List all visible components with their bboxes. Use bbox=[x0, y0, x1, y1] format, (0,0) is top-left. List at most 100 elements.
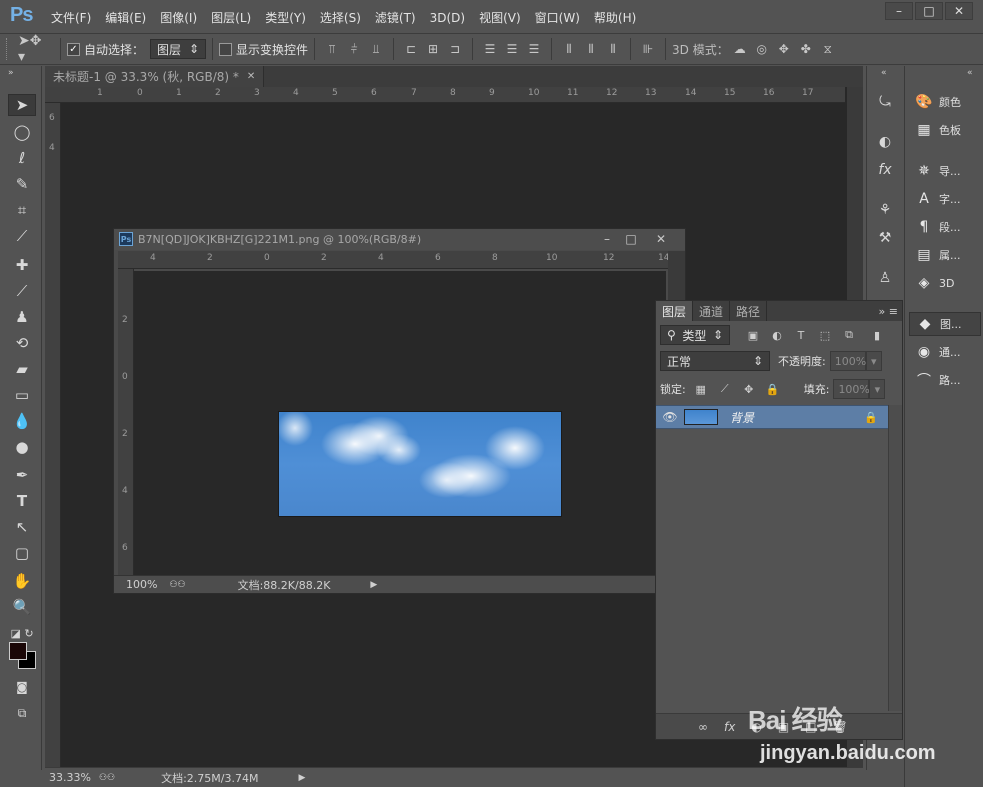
history-brush-tool-icon[interactable]: ⟲ bbox=[8, 332, 36, 354]
fill-dropdown-icon[interactable]: ▾ bbox=[869, 379, 886, 399]
dock-paragraph[interactable]: ¶ 段... bbox=[909, 215, 981, 239]
document-tab[interactable]: 未标题-1 @ 33.3% (秋, RGB/8) * ✕ bbox=[45, 66, 265, 87]
crop-tool-icon[interactable]: ⌗ bbox=[8, 199, 36, 221]
hand-tool-icon[interactable]: ✋ bbox=[8, 570, 36, 592]
tab-paths[interactable]: 路径 bbox=[730, 301, 768, 321]
dock-swatches[interactable]: ▦ 色板 bbox=[909, 118, 981, 142]
minimize-button[interactable]: – bbox=[885, 2, 913, 20]
status-arrow-icon[interactable]: ▶ bbox=[298, 773, 305, 783]
opacity-field[interactable]: 100% bbox=[829, 351, 866, 371]
maximize-button[interactable]: □ bbox=[915, 2, 943, 20]
blur-tool-icon[interactable]: 💧 bbox=[8, 410, 36, 432]
eraser-tool-icon[interactable]: ▰ bbox=[8, 358, 36, 380]
dock-paths[interactable]: ⌒ 路... bbox=[909, 368, 981, 392]
dodge-tool-icon[interactable]: ● bbox=[8, 436, 36, 458]
menu-layer[interactable]: 图层(L) bbox=[204, 9, 258, 26]
blend-mode-combo[interactable]: 正常 ⇕ bbox=[660, 351, 770, 371]
doc-maximize-button[interactable]: □ bbox=[619, 230, 643, 248]
history-panel-icon[interactable]: ⤿ bbox=[871, 90, 899, 114]
doc-zoom-level[interactable]: 100% bbox=[126, 578, 157, 591]
doc-status-arrow-icon[interactable]: ▶ bbox=[370, 580, 377, 590]
marquee-tool-icon[interactable]: ◯ bbox=[8, 121, 36, 143]
zoom-level[interactable]: 33.33% bbox=[49, 771, 91, 784]
distribute-right-icon[interactable]: ⫴ bbox=[604, 40, 622, 58]
filter-toggle-icon[interactable]: ▮ bbox=[868, 326, 886, 344]
distribute-vcenter-icon[interactable]: ☰ bbox=[503, 40, 521, 58]
swap-colors-icon[interactable]: ◪ ↻ bbox=[8, 622, 36, 644]
panel-menu-icon[interactable]: » ≡ bbox=[879, 305, 898, 318]
move-tool-icon[interactable]: ➤✥ ▾ bbox=[18, 33, 52, 65]
auto-align-icon[interactable]: ⊪ bbox=[639, 40, 657, 58]
filter-pixel-icon[interactable]: ▣ bbox=[744, 326, 762, 344]
3d-slide-icon[interactable]: ✤ bbox=[797, 40, 815, 58]
3d-roll-icon[interactable]: ◎ bbox=[753, 40, 771, 58]
lock-all-icon[interactable]: 🔒 bbox=[764, 380, 782, 398]
menu-image[interactable]: 图像(I) bbox=[153, 9, 204, 26]
filter-adjustment-icon[interactable]: ◐ bbox=[768, 326, 786, 344]
lock-position-icon[interactable]: ✥ bbox=[740, 380, 758, 398]
dock-3d[interactable]: ◈ 3D bbox=[909, 271, 981, 295]
type-tool-icon[interactable]: T bbox=[8, 490, 36, 512]
show-transform-checkbox[interactable] bbox=[219, 42, 233, 56]
opacity-dropdown-icon[interactable]: ▾ bbox=[865, 351, 882, 371]
filter-shape-icon[interactable]: ⬚ bbox=[816, 326, 834, 344]
align-vcenter-icon[interactable]: ⫩ bbox=[345, 40, 363, 58]
close-button[interactable]: ✕ bbox=[945, 2, 973, 20]
gradient-tool-icon[interactable]: ▭ bbox=[8, 384, 36, 406]
collapse-arrows-icon[interactable]: » bbox=[8, 68, 14, 78]
clone-stamp-tool-icon[interactable]: ♟ bbox=[8, 306, 36, 328]
menu-edit[interactable]: 编辑(E) bbox=[98, 9, 153, 26]
doc-minimize-button[interactable]: – bbox=[595, 230, 619, 248]
distribute-bottom-icon[interactable]: ☰ bbox=[525, 40, 543, 58]
3d-scale-icon[interactable]: ⧖ bbox=[819, 40, 837, 58]
brush-tool-icon[interactable]: ⟋ bbox=[8, 280, 36, 302]
lasso-tool-icon[interactable]: ℓ bbox=[8, 147, 36, 169]
layer-row-background[interactable]: 👁 背景 🔒 bbox=[656, 405, 888, 429]
align-bottom-icon[interactable]: ⫫ bbox=[367, 40, 385, 58]
dock-channels[interactable]: ◉ 通... bbox=[909, 340, 981, 364]
menu-type[interactable]: 类型(Y) bbox=[258, 9, 313, 26]
floating-document-window[interactable]: Ps B7N[QD]JOK]KBHZ[G]221M1.png @ 100%(RG… bbox=[113, 228, 686, 594]
align-top-icon[interactable]: ⫪ bbox=[323, 40, 341, 58]
strip-collapse-icon[interactable]: « bbox=[881, 68, 887, 78]
align-right-icon[interactable]: ⊐ bbox=[446, 40, 464, 58]
menu-window[interactable]: 窗口(W) bbox=[528, 9, 587, 26]
styles-panel-icon[interactable]: fx bbox=[871, 158, 899, 182]
dock-color[interactable]: 🎨 颜色 bbox=[909, 90, 981, 114]
doc-info-icon[interactable]: ⚇⚇ bbox=[169, 580, 185, 590]
brush-presets-icon[interactable]: ⚘ bbox=[871, 198, 899, 222]
document-canvas[interactable] bbox=[134, 271, 666, 576]
quick-select-tool-icon[interactable]: ✎ bbox=[8, 173, 36, 195]
foreground-color-swatch[interactable] bbox=[9, 642, 27, 660]
menu-file[interactable]: 文件(F) bbox=[44, 9, 98, 26]
dock-character[interactable]: A 字... bbox=[909, 187, 981, 211]
distribute-left-icon[interactable]: ⫴ bbox=[560, 40, 578, 58]
filter-smart-object-icon[interactable]: ⧉ bbox=[840, 326, 858, 344]
tab-layers[interactable]: 图层 bbox=[656, 301, 694, 321]
options-grip[interactable] bbox=[6, 38, 10, 60]
distribute-top-icon[interactable]: ☰ bbox=[481, 40, 499, 58]
clone-source-icon[interactable]: ♙ bbox=[871, 266, 899, 290]
filter-type-combo[interactable]: ⚲ 类型 ⇕ bbox=[660, 325, 730, 345]
lock-image-icon[interactable]: ⟋ bbox=[716, 380, 734, 398]
rectangle-tool-icon[interactable]: ▢ bbox=[8, 542, 36, 564]
align-left-icon[interactable]: ⊏ bbox=[402, 40, 420, 58]
layer-name[interactable]: 背景 bbox=[730, 409, 754, 426]
path-select-tool-icon[interactable]: ↖ bbox=[8, 516, 36, 538]
menu-select[interactable]: 选择(S) bbox=[313, 9, 368, 26]
3d-orbit-icon[interactable]: ☁ bbox=[731, 40, 749, 58]
menu-help[interactable]: 帮助(H) bbox=[587, 9, 643, 26]
auto-select-checkbox[interactable]: ✓ bbox=[67, 42, 80, 56]
status-info-icon[interactable]: ⚇⚇ bbox=[99, 773, 115, 783]
auto-select-combo[interactable]: 图层 ⇕ bbox=[150, 39, 207, 59]
filter-type-icon[interactable]: T bbox=[792, 326, 810, 344]
layer-style-icon[interactable]: fx bbox=[724, 720, 735, 734]
dock-collapse-icon[interactable]: « bbox=[967, 68, 973, 78]
3d-pan-icon[interactable]: ✥ bbox=[775, 40, 793, 58]
dock-navigator[interactable]: ✵ 导... bbox=[909, 159, 981, 183]
layers-scrollbar[interactable] bbox=[888, 405, 902, 711]
lock-transparent-icon[interactable]: ▦ bbox=[692, 380, 710, 398]
zoom-tool-icon[interactable]: 🔍 bbox=[8, 596, 36, 618]
healing-brush-tool-icon[interactable]: ✚ bbox=[8, 254, 36, 276]
link-layers-icon[interactable]: ∞ bbox=[698, 720, 708, 734]
